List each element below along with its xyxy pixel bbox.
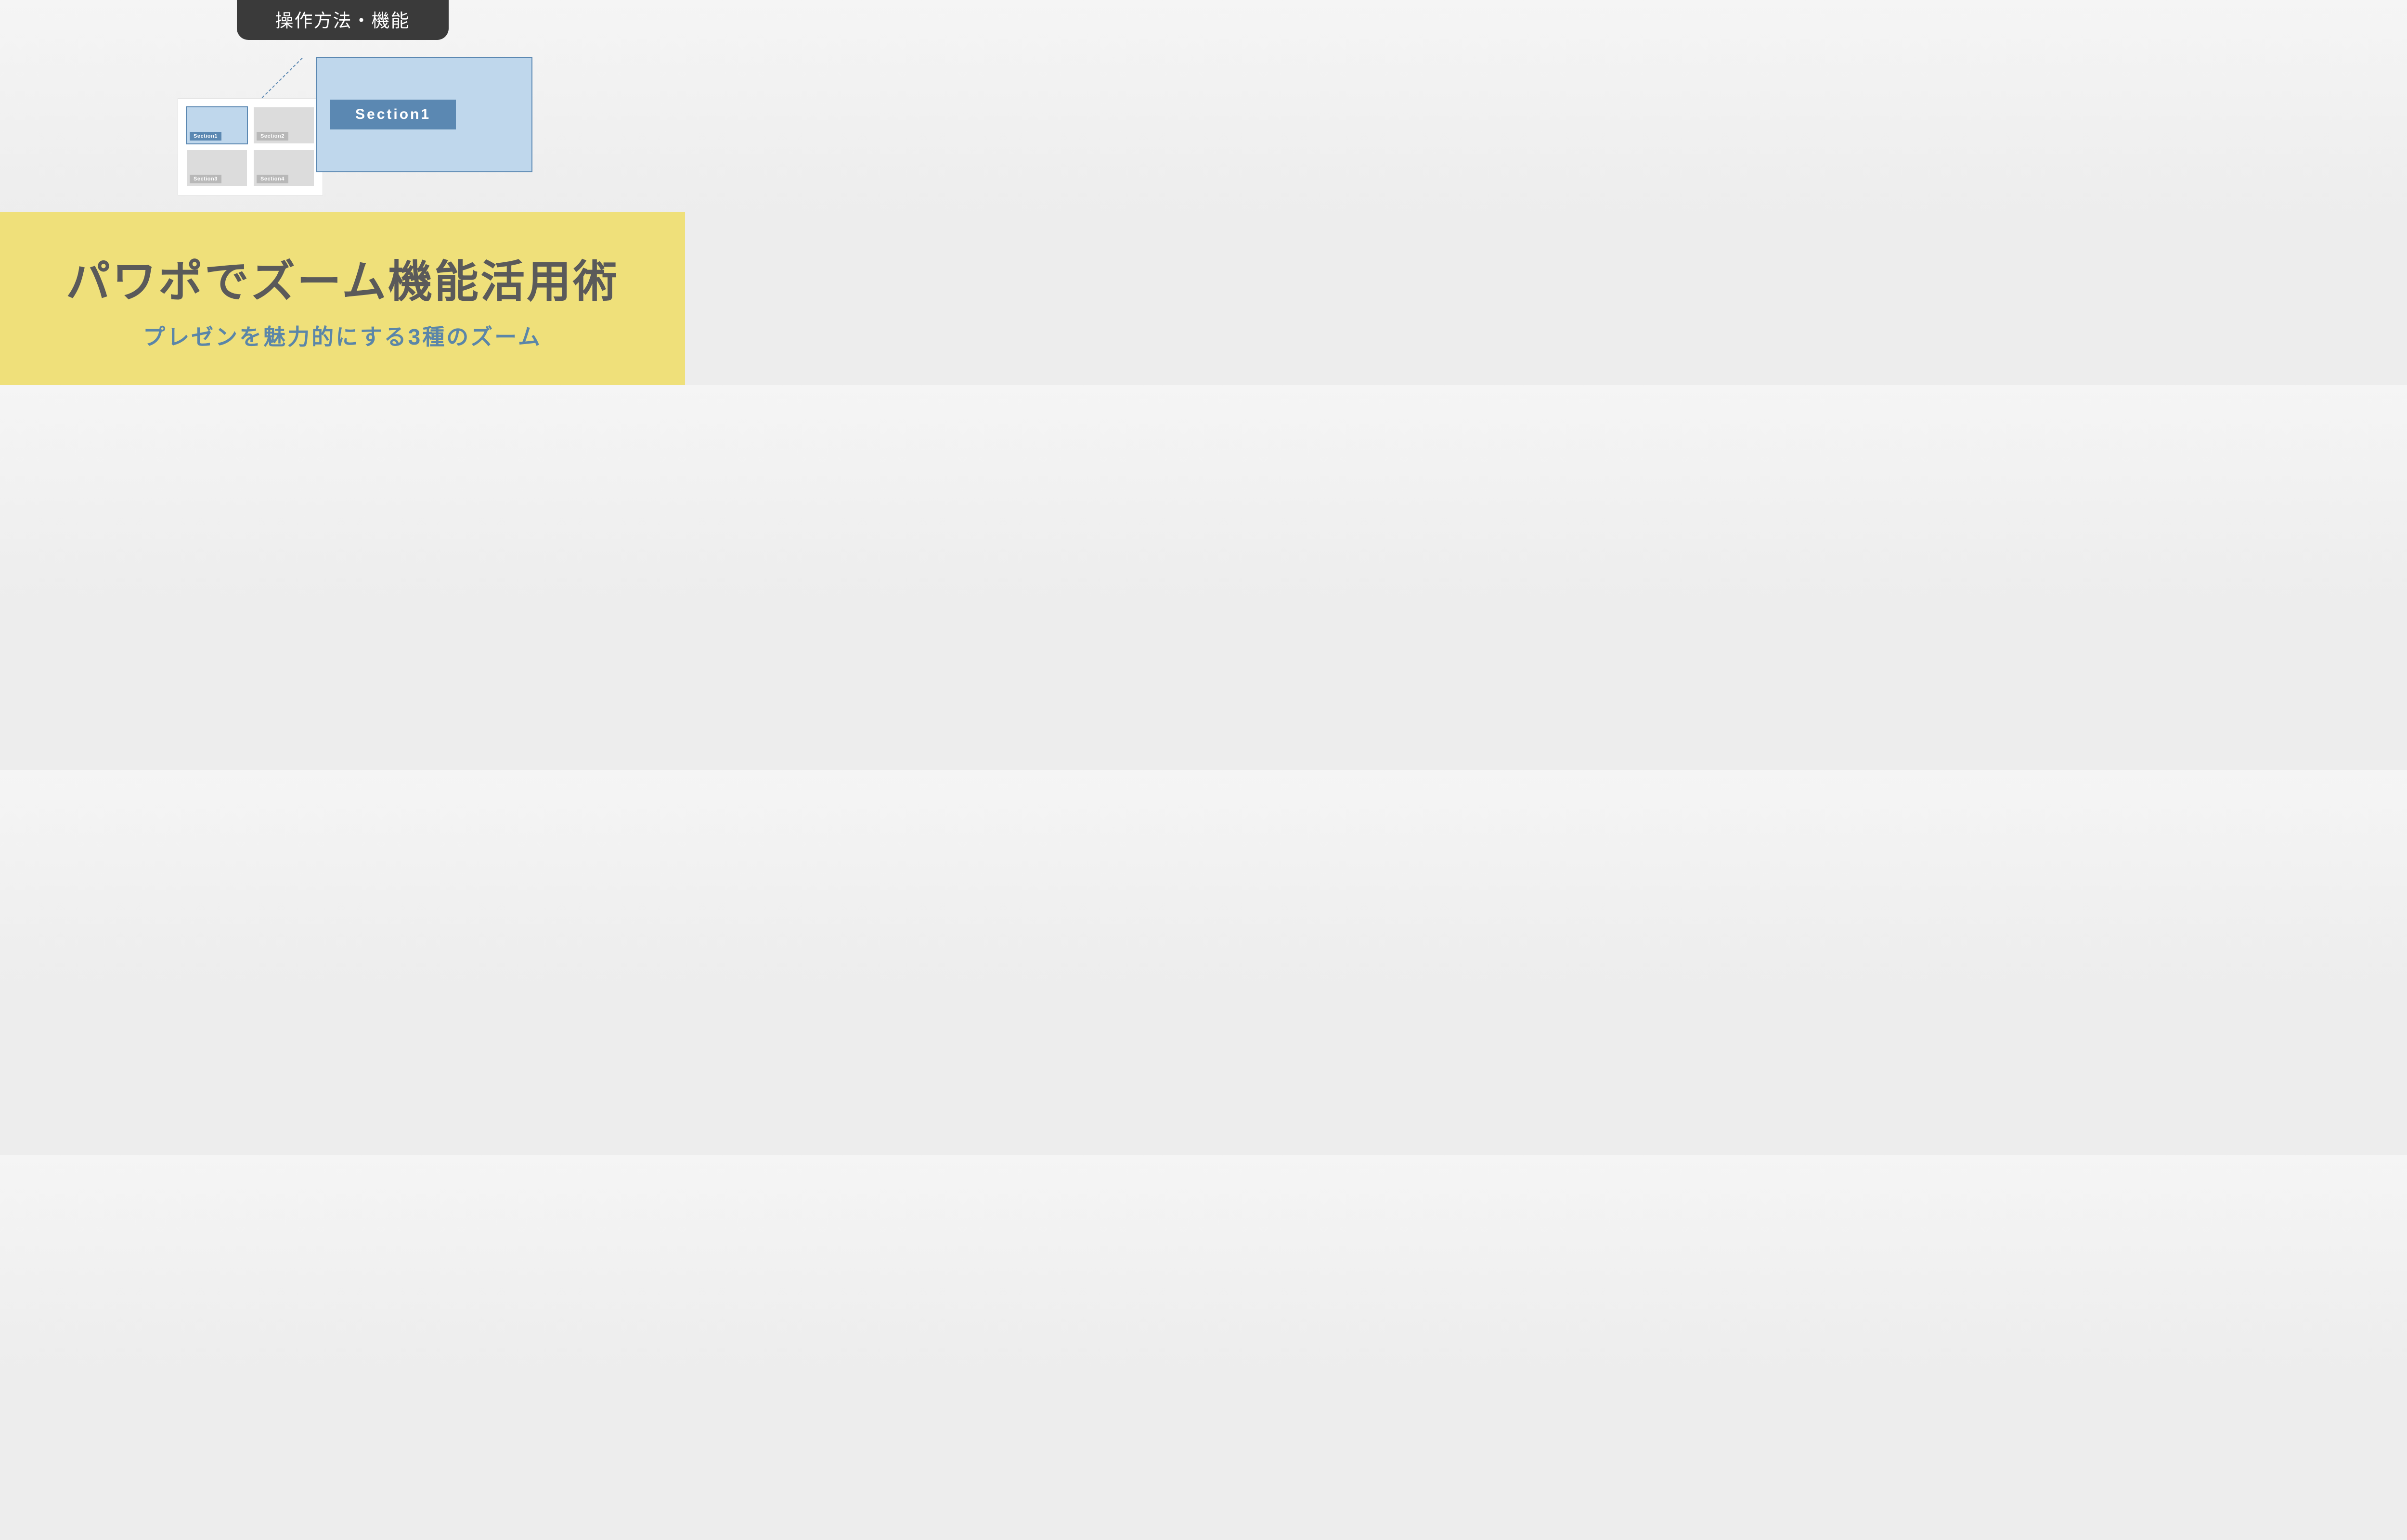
zoom-label: Section1 (330, 100, 456, 129)
header-pill: 操作方法・機能 (236, 0, 448, 40)
mini-tile-label: Section2 (257, 132, 288, 141)
footer-band: パワポでズーム機能活用術 プレゼンを魅力的にする3種のズーム (0, 212, 685, 385)
mini-tile-section4: Section4 (254, 150, 314, 186)
title-sub: プレゼンを魅力的にする3種のズーム (143, 320, 542, 351)
mini-tile-section3: Section3 (187, 150, 247, 186)
title-main: パワポでズーム機能活用術 (66, 246, 619, 310)
mini-tile-label: Section1 (190, 132, 221, 141)
mini-tile-label: Section4 (257, 175, 288, 183)
mini-tile-label: Section3 (190, 175, 221, 183)
mini-tile-section1: Section1 (187, 107, 247, 143)
zoom-view: Section1 (316, 57, 532, 172)
mini-tile-section2: Section2 (254, 107, 314, 143)
mini-panel: Section1 Section2 Section3 Section4 (178, 99, 323, 195)
